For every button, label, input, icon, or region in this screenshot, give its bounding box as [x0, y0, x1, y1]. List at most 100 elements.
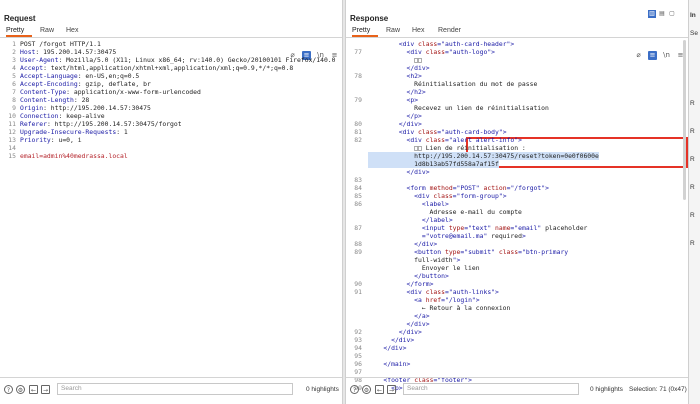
inspector-item[interactable]: R [690, 156, 695, 163]
tab-response-raw[interactable]: Raw [386, 26, 400, 37]
forward-arrow-icon[interactable]: → [387, 385, 396, 394]
line-number: 82 [354, 136, 362, 144]
help-icon[interactable]: ? [350, 385, 359, 394]
line-number: 89 [354, 248, 362, 256]
code-line: 86 <label> [346, 200, 688, 208]
inspector-item[interactable]: R [690, 128, 695, 135]
back-arrow-icon[interactable]: ← [375, 385, 384, 394]
code-text: Upgrade-Insecure-Requests: 1 [20, 128, 128, 136]
tab-response-render[interactable]: Render [438, 26, 461, 37]
code-line: 9 Origin: http://195.200.14.57:30475 [0, 104, 342, 112]
code-text: <a href="/login"> [414, 296, 480, 304]
line-number: 86 [354, 200, 362, 208]
code-line: </a> [346, 312, 688, 320]
code-line: 3 User-Agent: Mozilla/5.0 (X11; Linux x86… [0, 56, 342, 64]
line-number: 93 [354, 336, 362, 344]
code-line: 11 Referer: http://195.200.14.57:30475/fo… [0, 120, 342, 128]
inspector-item[interactable]: R [690, 212, 695, 219]
code-text: Connection: keep-alive [20, 112, 105, 120]
code-line: 1d8b13ab57fd558a7af15f [346, 160, 688, 168]
settings-icon[interactable]: ⚙ [16, 385, 25, 394]
back-arrow-icon[interactable]: ← [29, 385, 38, 394]
line-number: 12 [8, 128, 16, 136]
tab-response-pretty[interactable]: Pretty [352, 26, 378, 37]
single-pane-icon[interactable]: ▢ [668, 10, 676, 18]
code-text: User-Agent: Mozilla/5.0 (X11; Linux x86_… [20, 56, 336, 64]
code-line: □□ [346, 56, 688, 64]
line-number: 79 [354, 96, 362, 104]
line-number: 90 [354, 280, 362, 288]
code-line: 10 Connection: keep-alive [0, 112, 342, 120]
code-text: email=admin%40medrassa.local [20, 152, 128, 160]
code-line: 14 [0, 144, 342, 152]
line-number: 7 [12, 88, 16, 96]
tab-response-hex[interactable]: Hex [412, 26, 424, 37]
code-line: 89 <button type="submit" class="btn-prim… [346, 248, 688, 256]
code-text: Host: 195.200.14.57:30475 [20, 48, 117, 56]
line-number: 92 [354, 328, 362, 336]
line-number: 97 [354, 368, 362, 376]
code-line: 15 email=admin%40medrassa.local [0, 152, 342, 160]
code-text: Adresse e-mail du compte [368, 208, 522, 216]
code-line: 82 <div class="alert alert-info"> [346, 136, 688, 144]
split-horizontal-icon[interactable]: ▥ [648, 10, 656, 18]
tab-request-raw[interactable]: Raw [40, 26, 54, 37]
code-text: Priority: u=0, i [20, 136, 82, 144]
request-editor[interactable]: 1 POST /forgot HTTP/1.1 2 Host: 195.200.14.… [0, 40, 342, 374]
code-text: </div> [406, 64, 430, 72]
code-line: </div> [346, 64, 688, 72]
line-number: 10 [8, 112, 16, 120]
tab-request-hex[interactable]: Hex [66, 26, 78, 37]
response-search-input[interactable]: Search [403, 383, 579, 395]
request-pane: Request Pretty Raw Hex ⌀ ≡ \n ≡ 1 POST /f… [0, 0, 342, 404]
forward-arrow-icon[interactable]: → [41, 385, 50, 394]
inspector-item[interactable]: R [690, 240, 695, 247]
code-text: POST /forgot HTTP/1.1 [20, 40, 101, 48]
code-line: 13 Priority: u=0, i [0, 136, 342, 144]
request-search-input[interactable]: Search [57, 383, 293, 395]
line-number: 88 [354, 240, 362, 248]
line-number: 11 [8, 120, 16, 128]
response-editor[interactable]: <div class="auth-card-header"> 77 <div cl… [346, 40, 688, 392]
code-line: 87 <input type="text" name="email" place… [346, 224, 688, 232]
response-tabs: Pretty Raw Hex Render ⌀ ≡ \n ≡ [346, 25, 688, 60]
response-pane: Response Pretty Raw Hex Render ⌀ ≡ \n ≡ … [346, 0, 688, 404]
code-text: <div class="auth-links"> [406, 288, 499, 296]
settings-icon[interactable]: ⚙ [362, 385, 371, 394]
line-number: 5 [12, 72, 16, 80]
code-text: </a> [414, 312, 430, 320]
code-line: 78 <h2> [346, 72, 688, 80]
code-text: </div> [414, 240, 438, 248]
code-text: </div> [406, 168, 430, 176]
code-line: 91 <div class="auth-links"> [346, 288, 688, 296]
inspector-item[interactable]: R [690, 184, 695, 191]
code-line: 80 </div> [346, 120, 688, 128]
code-text: </h2> [406, 88, 426, 96]
line-number: 83 [354, 176, 362, 184]
code-line: 96 </main> [346, 360, 688, 368]
code-text: <div class="auth-card-body"> [398, 128, 507, 136]
line-number: 87 [354, 224, 362, 232]
inspector-item[interactable]: Se [690, 30, 698, 37]
tab-request-pretty[interactable]: Pretty [6, 26, 32, 37]
request-footer: ? ⚙ ← → Search 0 highlights [0, 377, 342, 404]
line-number: 77 [354, 48, 362, 56]
response-scrollbar[interactable] [683, 40, 686, 200]
code-text: Content-Length: 28 [20, 96, 90, 104]
line-number: 4 [12, 64, 16, 72]
line-number: 13 [8, 136, 16, 144]
split-vertical-icon[interactable]: ▤ [658, 10, 666, 18]
code-text: <div class="auth-card-header"> [398, 40, 515, 48]
response-highlight-count: 0 highlights [590, 386, 623, 393]
inspector-item[interactable]: R [690, 100, 695, 107]
code-text: </div> [398, 120, 422, 128]
line-number: 91 [354, 288, 362, 296]
code-text: □□ [368, 56, 422, 64]
code-text: <form method="POST" action="/forgot"> [406, 184, 549, 192]
help-icon[interactable]: ? [4, 385, 13, 394]
code-text: Accept: text/html,application/xhtml+xml,… [20, 64, 294, 72]
inspector-title: In [690, 12, 696, 19]
code-line: 83 [346, 176, 688, 184]
code-text: </div> [406, 320, 430, 328]
code-line: 8 Content-Length: 28 [0, 96, 342, 104]
